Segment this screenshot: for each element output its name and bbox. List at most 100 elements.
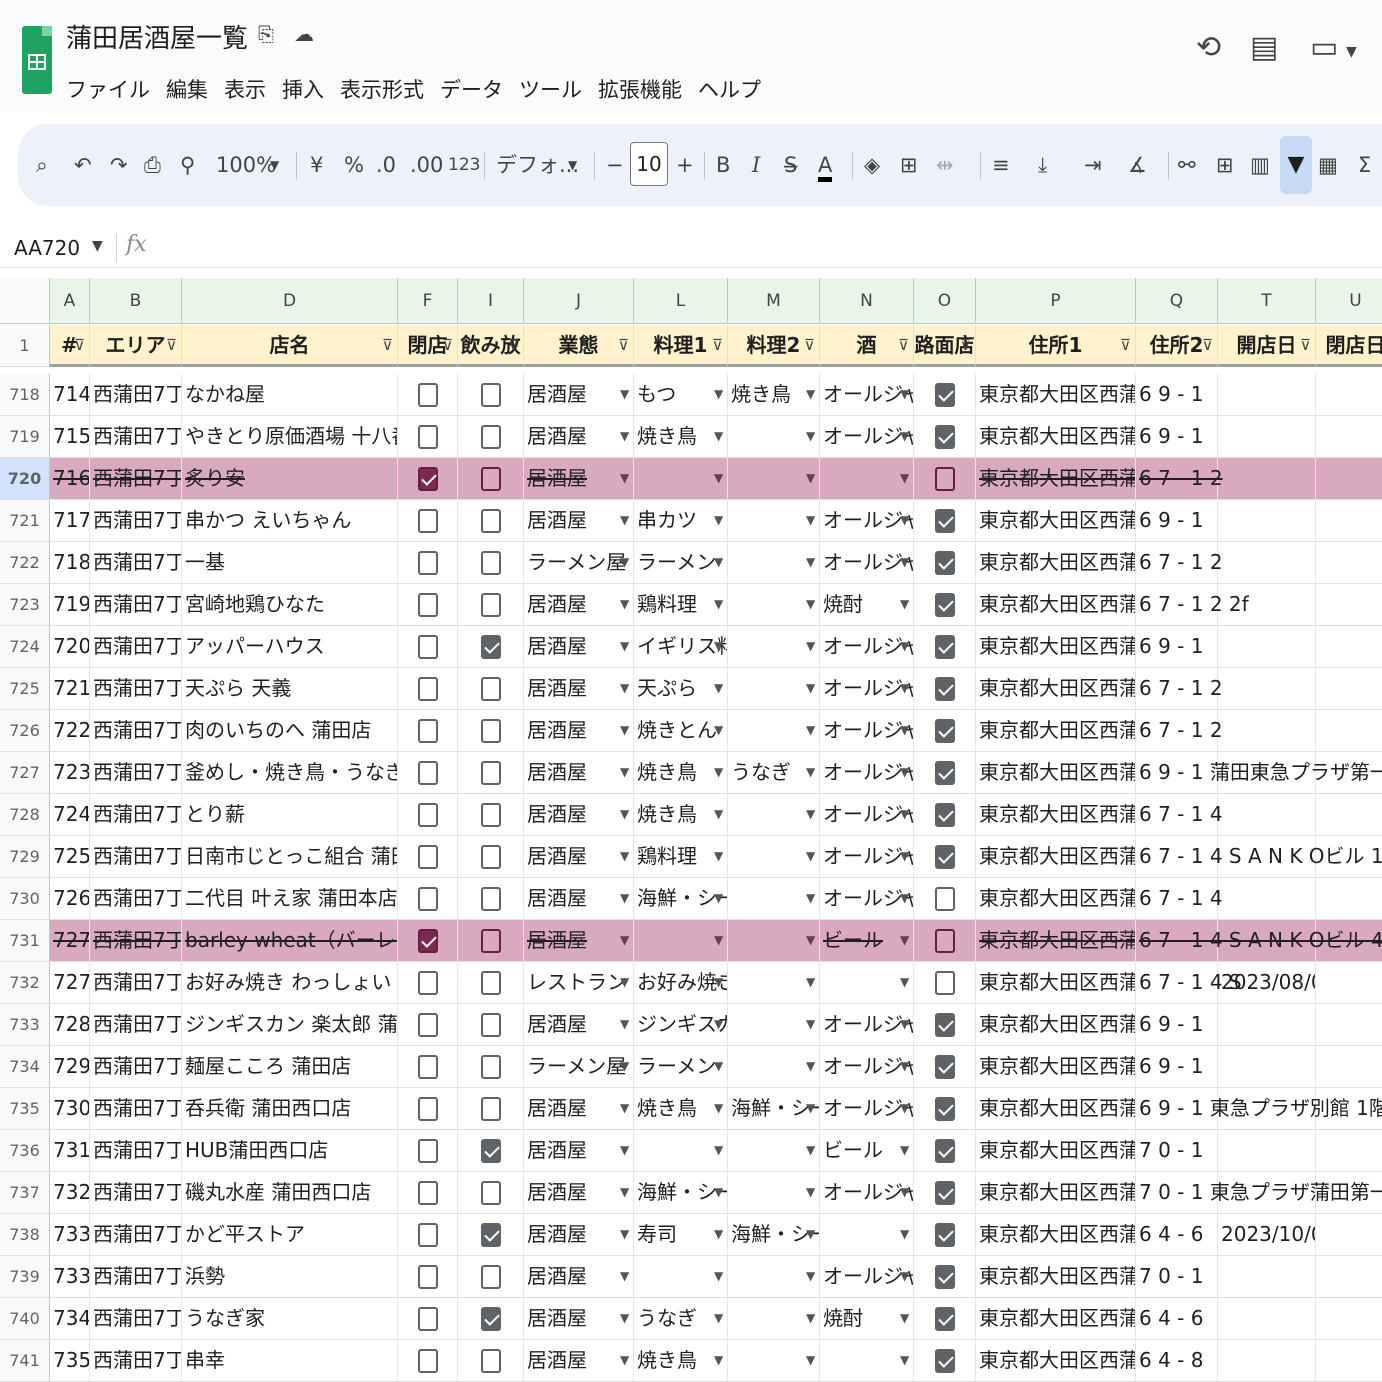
street-level-cell[interactable] [914, 1172, 976, 1213]
open-date-cell[interactable] [1218, 1298, 1316, 1339]
row-id[interactable]: 722 [50, 710, 90, 751]
undo-icon[interactable]: ↶ [74, 148, 92, 182]
row-id[interactable]: 726 [50, 878, 90, 919]
shop-name-cell[interactable]: お好み焼き わっしょい 蒲田店 [182, 962, 398, 1003]
address2-cell[interactable]: 6 9 - 1 [1136, 416, 1218, 457]
closed-checkbox[interactable] [418, 929, 438, 953]
closed-checkbox[interactable] [418, 1223, 438, 1247]
open-date-cell[interactable] [1218, 500, 1316, 541]
street-level-cell[interactable] [914, 752, 976, 793]
street-level-checkbox[interactable] [935, 845, 955, 869]
dropdown-arrow-icon[interactable]: ▼ [900, 1172, 909, 1213]
closed-checkbox[interactable] [418, 1181, 438, 1205]
address1-cell[interactable]: 東京都大田区西蒲田7丁 [976, 710, 1136, 751]
area-cell[interactable]: 西蒲田7丁目 [90, 1046, 182, 1087]
address1-cell[interactable]: 東京都大田区西蒲田7丁 [976, 1298, 1136, 1339]
address1-cell[interactable]: 東京都大田区西蒲田7丁 [976, 1046, 1136, 1087]
header-cell[interactable]: 閉店日⊽ [1316, 325, 1382, 367]
street-level-checkbox[interactable] [935, 719, 955, 743]
dropdown-arrow-icon[interactable]: ▼ [900, 668, 909, 709]
address1-cell[interactable]: 東京都大田区西蒲田7丁 [976, 500, 1136, 541]
area-cell[interactable]: 西蒲田7丁目 [90, 1088, 182, 1129]
open-date-cell[interactable] [1218, 1046, 1316, 1087]
closed-cell[interactable] [398, 794, 458, 835]
area-cell[interactable]: 西蒲田7丁目 [90, 710, 182, 751]
address2-cell[interactable]: 6 9 - 1 [1136, 1004, 1218, 1045]
menu-item[interactable]: ファイル [66, 74, 150, 104]
row-header[interactable]: 741 [0, 1340, 50, 1382]
nomihodai-cell[interactable] [458, 1088, 524, 1129]
decrease-font-size-button[interactable]: − [606, 148, 624, 182]
cloud-status-icon[interactable]: ☁ [294, 22, 314, 46]
dropdown-arrow-icon[interactable]: ▼ [620, 1298, 629, 1339]
closed-cell[interactable] [398, 416, 458, 457]
area-cell[interactable]: 西蒲田7丁目 [90, 374, 182, 415]
closed-checkbox[interactable] [418, 887, 438, 911]
row-id[interactable]: 729 [50, 1046, 90, 1087]
street-level-checkbox[interactable] [935, 1349, 955, 1373]
nomihodai-checkbox[interactable] [481, 1223, 501, 1247]
close-date-cell[interactable] [1316, 1256, 1382, 1297]
zoom-select[interactable]: 100% [216, 148, 276, 182]
insert-chart-icon[interactable]: ▥ [1250, 148, 1270, 182]
filter-icon[interactable]: ⊽ [1120, 325, 1131, 364]
menu-item[interactable]: ツール [519, 74, 582, 104]
nomihodai-cell[interactable] [458, 374, 524, 415]
close-date-cell[interactable] [1316, 1340, 1382, 1381]
nomihodai-checkbox[interactable] [481, 803, 501, 827]
nomihodai-checkbox[interactable] [481, 677, 501, 701]
address2-cell[interactable]: 6 7 - 1 4 [1136, 794, 1223, 835]
street-level-cell[interactable] [914, 500, 976, 541]
closed-checkbox[interactable] [418, 1139, 438, 1163]
dropdown-arrow-icon[interactable]: ▼ [714, 752, 723, 793]
close-date-cell[interactable] [1316, 1046, 1382, 1087]
column-header-P[interactable]: P [976, 278, 1136, 324]
dropdown-arrow-icon[interactable]: ▼ [806, 1298, 815, 1339]
header-cell[interactable]: 店名 ⊽ [182, 325, 398, 367]
open-date-cell[interactable] [1218, 794, 1316, 835]
search-menus-icon[interactable]: ⌕ [36, 148, 48, 182]
row-header[interactable]: 729 [0, 836, 50, 878]
dropdown-arrow-icon[interactable]: ▼ [714, 836, 723, 877]
close-date-cell[interactable] [1316, 458, 1382, 499]
dropdown-arrow-icon[interactable]: ▼ [900, 1130, 909, 1171]
business-type-cell[interactable]: 居酒屋 [524, 1298, 634, 1339]
street-level-cell[interactable] [914, 626, 976, 667]
dropdown-arrow-icon[interactable]: ▼ [806, 458, 815, 499]
nomihodai-checkbox[interactable] [481, 635, 501, 659]
street-level-cell[interactable] [914, 1340, 976, 1381]
dropdown-arrow-icon[interactable]: ▼ [620, 1130, 629, 1171]
font-size-input[interactable]: 10 [630, 142, 668, 186]
closed-cell[interactable] [398, 752, 458, 793]
area-cell[interactable]: 西蒲田7丁目 [90, 1172, 182, 1213]
dropdown-arrow-icon[interactable]: ▼ [714, 458, 723, 499]
nomihodai-cell[interactable] [458, 626, 524, 667]
menu-item[interactable]: 拡張機能 [598, 74, 682, 104]
nomihodai-checkbox[interactable] [481, 593, 501, 617]
dropdown-arrow-icon[interactable]: ▼ [714, 878, 723, 919]
street-level-checkbox[interactable] [935, 551, 955, 575]
closed-checkbox[interactable] [418, 467, 438, 491]
closed-checkbox[interactable] [418, 1097, 438, 1121]
dropdown-arrow-icon[interactable]: ▼ [714, 1130, 723, 1171]
select-all-corner[interactable] [0, 278, 50, 324]
shop-name-cell[interactable]: HUB蒲田西口店 [182, 1130, 398, 1171]
open-date-cell[interactable] [1218, 542, 1316, 583]
decrease-decimal-button[interactable]: .0 [376, 148, 396, 182]
closed-cell[interactable] [398, 920, 458, 961]
business-type-cell[interactable]: 居酒屋 [524, 794, 634, 835]
filter-icon[interactable]: ⊽ [1300, 325, 1311, 364]
column-header-I[interactable]: I [458, 278, 524, 324]
dropdown-arrow-icon[interactable]: ▼ [620, 542, 629, 583]
shop-name-cell[interactable]: なかね屋 [182, 374, 398, 415]
dropdown-arrow-icon[interactable]: ▼ [714, 500, 723, 541]
dropdown-arrow-icon[interactable]: ▼ [806, 1340, 815, 1381]
nomihodai-cell[interactable] [458, 1214, 524, 1255]
dropdown-arrow-icon[interactable]: ▼ [714, 1214, 723, 1255]
closed-cell[interactable] [398, 584, 458, 625]
address1-cell[interactable]: 東京都大田区西蒲田7丁 [976, 878, 1136, 919]
nomihodai-checkbox[interactable] [481, 719, 501, 743]
open-date-cell[interactable] [1218, 458, 1316, 499]
nomihodai-checkbox[interactable] [481, 1181, 501, 1205]
shop-name-cell[interactable]: 一基 [182, 542, 398, 583]
